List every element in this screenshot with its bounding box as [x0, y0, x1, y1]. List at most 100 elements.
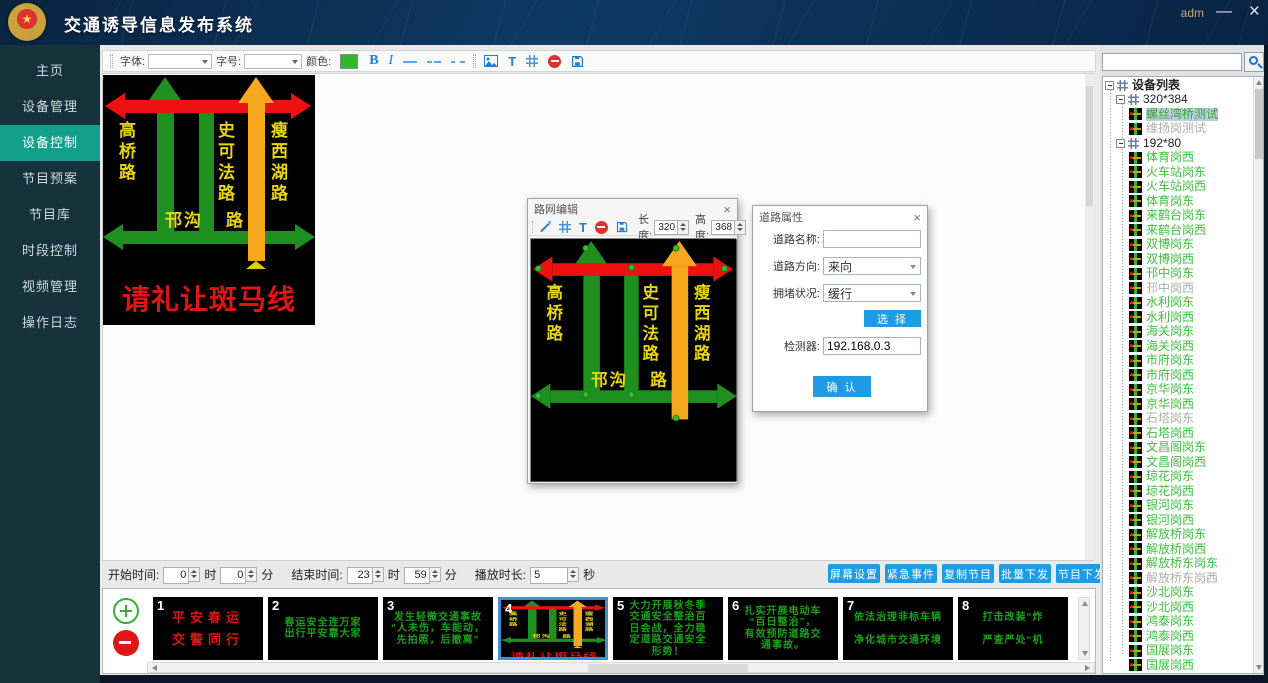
led-sign[interactable]: 高桥路 史可法路 瘦西湖路 邗沟 路 请礼让斑马线 [103, 75, 315, 325]
device-group[interactable]: 192*80 [1103, 136, 1263, 151]
sidebar-item[interactable]: 设备管理 [0, 89, 100, 125]
spinner-arrows-icon[interactable] [735, 220, 746, 235]
program-thumbnail[interactable]: 7 依法治理非标车辆 净化城市交通环境 [843, 597, 953, 660]
device-item[interactable]: 琼花岗西 [1103, 484, 1263, 499]
program-thumbnail[interactable]: 2 春运安全连万家 出行平安靠大家 [268, 597, 378, 660]
align-left-icon[interactable] [403, 59, 417, 63]
draw-line-icon[interactable] [539, 221, 551, 233]
device-item[interactable]: 海关岗东 [1103, 325, 1263, 340]
end-minute-value[interactable]: 59 [404, 567, 430, 584]
main-sign-preview[interactable]: 高桥路 史可法路 瘦西湖路 邗沟 路 请礼让斑马线 [103, 75, 315, 325]
align-center-icon[interactable] [427, 59, 441, 63]
playlist-horizontal-scrollbar[interactable] [147, 662, 1095, 673]
device-item[interactable]: 文昌阁岗东 [1103, 441, 1263, 456]
sidebar-item[interactable]: 主页 [0, 53, 100, 89]
scrollbar-thumb[interactable] [1255, 89, 1263, 159]
grid-tool-icon[interactable] [526, 55, 538, 67]
device-tree-root[interactable]: 设备列表 [1103, 78, 1263, 93]
sidebar-item[interactable]: 视频管理 [0, 269, 100, 305]
tree-scrollbar[interactable] [1253, 77, 1263, 673]
device-item[interactable]: 沙北岗东 [1103, 586, 1263, 601]
end-hour-spinner[interactable]: 23 [347, 567, 384, 582]
bold-button[interactable]: B [369, 53, 378, 69]
height-value[interactable]: 368 [711, 220, 735, 235]
save-icon[interactable] [571, 55, 584, 68]
align-right-icon[interactable] [451, 59, 465, 63]
start-minute-spinner[interactable]: 0 [220, 567, 257, 582]
device-item[interactable]: 邗中岗西 [1103, 281, 1263, 296]
spinner-arrows-icon[interactable] [246, 567, 257, 582]
action-button[interactable]: 批量下发 [999, 564, 1051, 583]
spinner-arrows-icon[interactable] [189, 567, 200, 582]
user-name[interactable]: adm [1181, 6, 1204, 20]
program-thumbnail[interactable]: 1 平安春运 交警同行 [153, 597, 263, 660]
start-minute-value[interactable]: 0 [220, 567, 246, 584]
delete-icon[interactable] [548, 55, 561, 68]
device-item[interactable]: 海关岗西 [1103, 339, 1263, 354]
device-item[interactable]: 解放桥东岗西 [1103, 571, 1263, 586]
device-item[interactable]: 市府岗东 [1103, 354, 1263, 369]
program-thumbnail[interactable]: 8 打击改装“炸 严查严处“机 [958, 597, 1068, 660]
spinner-arrows-icon[interactable] [678, 220, 689, 235]
program-thumbnail[interactable]: 3 发生轻微交通事故 “人未伤，车能动， 先拍照，后撤离” [383, 597, 493, 660]
device-item[interactable]: 文昌阁岗西 [1103, 455, 1263, 470]
edit-node[interactable] [673, 245, 680, 252]
spinner-arrows-icon[interactable] [430, 567, 441, 582]
toolbar-drag-handle[interactable] [110, 54, 113, 68]
sidebar-item[interactable]: 时段控制 [0, 233, 100, 269]
collapse-icon[interactable] [1116, 95, 1125, 104]
device-item[interactable]: 水利岗西 [1103, 310, 1263, 325]
spinner-arrows-icon[interactable] [568, 567, 579, 582]
edit-node[interactable] [721, 265, 728, 272]
device-item[interactable]: 国展岗西 [1103, 658, 1263, 673]
remove-program-button[interactable] [113, 630, 139, 656]
sidebar-item[interactable]: 节目预案 [0, 161, 100, 197]
program-thumbnail-selected[interactable]: 4 高桥路 史可法路 瘦西湖路 邗沟 路 请礼让斑马线 [498, 597, 608, 660]
text-tool-button[interactable]: T [508, 54, 516, 69]
device-search-input[interactable] [1102, 53, 1242, 71]
device-item[interactable]: 国展岗东 [1103, 644, 1263, 659]
device-group[interactable]: 320*384 [1103, 93, 1263, 108]
device-item[interactable]: 琼花岗东 [1103, 470, 1263, 485]
color-swatch[interactable] [340, 54, 358, 69]
device-item[interactable]: 银河岗东 [1103, 499, 1263, 514]
device-item[interactable]: 京华岗东 [1103, 383, 1263, 398]
end-hour-value[interactable]: 23 [347, 567, 373, 584]
device-item[interactable]: 石塔岗东 [1103, 412, 1263, 427]
device-item[interactable]: 双博岗西 [1103, 252, 1263, 267]
device-item[interactable]: 火车站岗东 [1103, 165, 1263, 180]
text-tool-button[interactable]: T [579, 220, 587, 235]
end-minute-spinner[interactable]: 59 [404, 567, 441, 582]
minimize-button[interactable]: — [1216, 2, 1232, 22]
delete-icon[interactable] [595, 221, 608, 234]
device-item[interactable]: 邗中岗东 [1103, 267, 1263, 282]
device-item[interactable]: 银河岗西 [1103, 513, 1263, 528]
duration-value[interactable]: 5 [530, 567, 568, 584]
device-item[interactable]: 体育岗东 [1103, 194, 1263, 209]
collapse-icon[interactable] [1116, 139, 1125, 148]
save-icon[interactable] [616, 221, 628, 233]
length-value[interactable]: 320 [654, 220, 678, 235]
device-item[interactable]: 鸿泰岗西 [1103, 629, 1263, 644]
road-name-input[interactable] [823, 230, 921, 248]
device-item[interactable]: 京华岗西 [1103, 397, 1263, 412]
confirm-button[interactable]: 确 认 [813, 376, 871, 397]
add-program-button[interactable] [113, 598, 139, 624]
device-item[interactable]: 来鹤台岗西 [1103, 223, 1263, 238]
device-item[interactable]: 体育岗西 [1103, 151, 1263, 166]
edit-node[interactable] [628, 264, 635, 271]
edit-node[interactable] [582, 245, 589, 252]
program-thumbnail[interactable]: 6 扎实开展电动车 “百日整治”， 有效预防道路交 通事故。 [728, 597, 838, 660]
sidebar-item[interactable]: 设备控制 [0, 125, 100, 161]
device-item[interactable]: 石塔岗西 [1103, 426, 1263, 441]
device-item[interactable]: 水利岗东 [1103, 296, 1263, 311]
led-sign[interactable]: 高桥路 史可法路 瘦西湖路 邗沟 路 请礼让斑马线 [501, 600, 607, 660]
edit-node[interactable] [535, 265, 542, 272]
led-sign[interactable]: 高桥路 史可法路 瘦西湖路 邗沟 路 请礼让斑马线 [531, 239, 737, 482]
font-select[interactable] [148, 54, 212, 69]
duration-spinner[interactable]: 5 [530, 567, 579, 582]
select-detector-button[interactable]: 选 择 [864, 310, 921, 327]
font-size-select[interactable] [244, 54, 302, 69]
road-direction-select[interactable]: 来向 [823, 257, 921, 275]
device-item[interactable]: 维扬岗测试 [1103, 122, 1263, 137]
